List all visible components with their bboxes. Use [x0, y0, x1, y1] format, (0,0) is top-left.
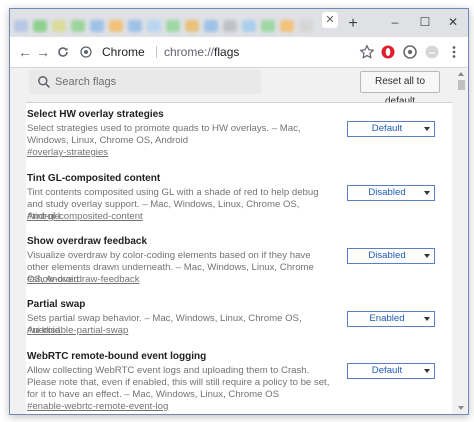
- tab-favicon-icon: [185, 20, 199, 32]
- tab-favicon-icon: [109, 20, 123, 32]
- flag-description: Allow collecting WebRTC event logs and u…: [27, 365, 330, 400]
- reset-all-button[interactable]: Reset all to default: [360, 71, 440, 107]
- flag-title: Show overdraw feedback: [27, 236, 148, 247]
- flag-description: Select strategies used to promote quads …: [27, 123, 301, 146]
- chevron-down-icon: [424, 127, 430, 131]
- flag-select-value: Default: [371, 123, 403, 134]
- url-path: flags: [214, 45, 240, 59]
- extension-icon[interactable]: [402, 44, 418, 60]
- tab-favicon-icon: [242, 20, 256, 32]
- tab-favicon-icon: [128, 20, 142, 32]
- minimize-button[interactable]: –: [386, 13, 404, 31]
- flag-select-value: Disabled: [368, 187, 406, 198]
- search-icon: [38, 76, 50, 88]
- flag-select-value: Enabled: [369, 313, 405, 324]
- scroll-up-arrow[interactable]: [458, 72, 464, 76]
- flag-select[interactable]: Disabled: [347, 248, 435, 264]
- tab[interactable]: [299, 15, 313, 37]
- flag-link[interactable]: #overlay-strategies: [27, 147, 108, 158]
- scroll-down-arrow[interactable]: [458, 406, 464, 410]
- forward-button[interactable]: →: [34, 43, 52, 61]
- tab-favicon-icon: [261, 20, 275, 32]
- tab-favicon-icon: [52, 20, 66, 32]
- new-tab-button[interactable]: +: [346, 16, 360, 32]
- flag-select[interactable]: Default: [347, 121, 435, 137]
- origin-chip: Chrome: [102, 45, 145, 59]
- flag-select-value: Disabled: [368, 250, 406, 261]
- flag-title: Tint GL-composited content: [27, 173, 161, 184]
- scrollbar[interactable]: [455, 68, 468, 414]
- menu-icon[interactable]: [446, 44, 462, 60]
- tab-favicon-icon: [147, 20, 161, 32]
- browser-window: ✕ + – ☐ ✕ ← → Chrome chrome://flags Sear…: [9, 8, 469, 415]
- url-host: chrome://: [164, 45, 215, 59]
- tab[interactable]: [128, 15, 142, 37]
- tab[interactable]: [71, 15, 85, 37]
- tab[interactable]: [223, 15, 237, 37]
- tab-favicon-icon: [14, 20, 28, 32]
- star-icon[interactable]: [359, 44, 375, 60]
- browser-toolbar: ← → Chrome chrome://flags: [10, 37, 468, 68]
- flag-select-value: Default: [371, 365, 403, 376]
- tab-favicon-icon: [33, 20, 47, 32]
- tab[interactable]: [280, 15, 294, 37]
- chevron-down-icon: [424, 254, 430, 258]
- flag-link[interactable]: #show-overdraw-feedback: [27, 274, 140, 285]
- tab[interactable]: [147, 15, 161, 37]
- reload-icon: [58, 47, 68, 57]
- flag-link[interactable]: #ui-disable-partial-swap: [27, 325, 128, 336]
- flag-select[interactable]: Default: [347, 363, 435, 379]
- flag-link[interactable]: #enable-webrtc-remote-event-log: [27, 401, 168, 412]
- tab[interactable]: [14, 15, 28, 37]
- tab[interactable]: [185, 15, 199, 37]
- chrome-page-icon: [80, 46, 92, 58]
- scroll-thumb[interactable]: [458, 80, 465, 90]
- tab-favicon-icon: [280, 20, 294, 32]
- tab-favicon-icon: [223, 20, 237, 32]
- tab[interactable]: [33, 15, 47, 37]
- flag-title: Select HW overlay strategies: [27, 109, 164, 120]
- tab[interactable]: [90, 15, 104, 37]
- tab-favicon-icon: [71, 20, 85, 32]
- tab[interactable]: [261, 15, 275, 37]
- flag-title: Partial swap: [27, 299, 86, 310]
- flag-select[interactable]: Disabled: [347, 185, 435, 201]
- tab[interactable]: [109, 15, 123, 37]
- maximize-button[interactable]: ☐: [416, 13, 434, 31]
- tab-favicon-icon: [299, 20, 313, 32]
- tab[interactable]: [166, 15, 180, 37]
- tab-favicon-icon: [166, 20, 180, 32]
- flags-header: Reset all to default: [26, 68, 446, 107]
- url-text: chrome://flags: [164, 42, 239, 62]
- tab-close-button[interactable]: ✕: [322, 12, 338, 28]
- tab-favicon-icon: [204, 20, 218, 32]
- chevron-down-icon: [424, 369, 430, 373]
- back-button[interactable]: ←: [16, 43, 34, 61]
- close-window-button[interactable]: ✕: [444, 13, 462, 31]
- omnibox-divider: [156, 46, 157, 58]
- tab-strip: ✕ + – ☐ ✕: [10, 9, 468, 37]
- search-input[interactable]: [55, 73, 255, 91]
- flag-title: WebRTC remote-bound event logging: [27, 351, 207, 362]
- flag-link[interactable]: #tint-gl-composited-content: [27, 211, 143, 222]
- tab[interactable]: [52, 15, 66, 37]
- flags-list: Select HW overlay strategies Select strat…: [26, 102, 452, 414]
- tab-list: [14, 15, 354, 37]
- address-bar[interactable]: Chrome chrome://flags: [80, 42, 366, 62]
- chevron-down-icon: [424, 191, 430, 195]
- chevron-down-icon: [424, 317, 430, 321]
- opera-icon[interactable]: [380, 44, 396, 60]
- tab-favicon-icon: [90, 20, 104, 32]
- search-box[interactable]: [29, 70, 261, 94]
- profile-avatar-icon[interactable]: [424, 44, 440, 60]
- tab[interactable]: [242, 15, 256, 37]
- flags-page: Reset all to default Select HW overlay s…: [10, 68, 468, 414]
- tab[interactable]: [204, 15, 218, 37]
- reload-button[interactable]: [54, 43, 72, 61]
- flag-select[interactable]: Enabled: [347, 311, 435, 327]
